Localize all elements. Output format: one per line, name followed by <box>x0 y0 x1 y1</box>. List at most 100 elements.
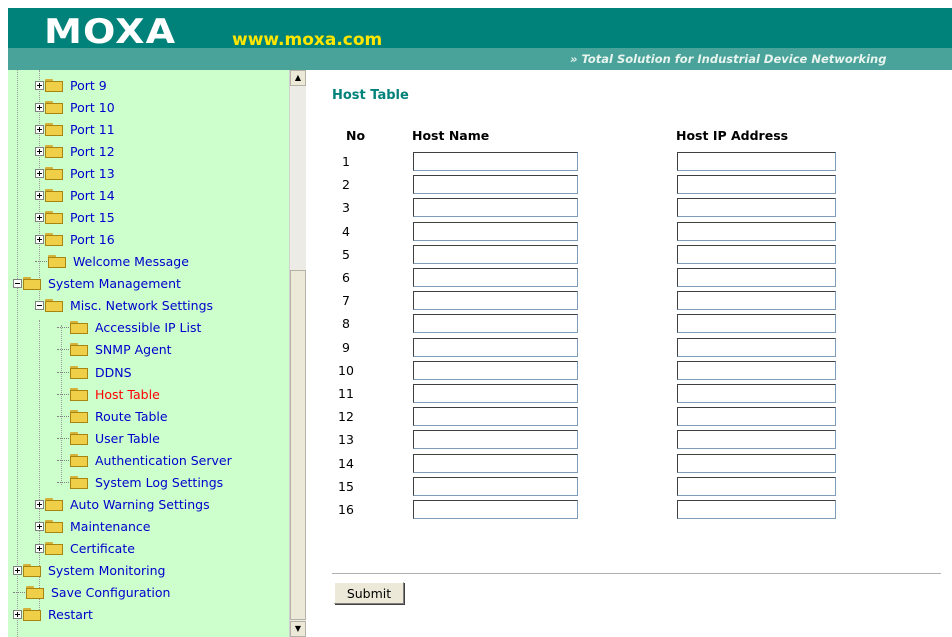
tree-item-port-14[interactable]: Port 14 <box>35 185 115 205</box>
host-ip-input[interactable] <box>677 430 836 450</box>
host-ip-input[interactable] <box>677 175 836 195</box>
tree-item-welcome-message[interactable]: Welcome Message <box>35 252 189 272</box>
host-name-input[interactable] <box>413 221 578 241</box>
tree-item-auto-warning-settings[interactable]: Auto Warning Settings <box>35 495 210 515</box>
tree-connector <box>13 592 25 594</box>
scrollbar-thumb[interactable] <box>290 270 306 620</box>
collapse-icon[interactable] <box>35 301 44 311</box>
host-name-input[interactable] <box>413 500 578 519</box>
tree-item-label: Welcome Message <box>73 254 189 270</box>
tree-item-maintenance[interactable]: Maintenance <box>35 517 151 537</box>
folder-icon <box>70 343 89 357</box>
host-name-input[interactable] <box>413 407 578 427</box>
tree-item-host-table[interactable]: Host Table <box>57 384 160 404</box>
tree-item-label: Misc. Network Settings <box>70 298 214 314</box>
tree-scrollbar[interactable]: ▲ ▼ <box>289 70 306 637</box>
expand-icon[interactable] <box>35 124 44 134</box>
host-ip-input[interactable] <box>677 337 836 357</box>
tree-item-label: Restart <box>48 607 93 623</box>
tree-item-port-15[interactable]: Port 15 <box>35 207 115 227</box>
host-ip-input[interactable] <box>677 152 836 171</box>
host-ip-input[interactable] <box>677 198 836 218</box>
host-name-input[interactable] <box>413 430 578 450</box>
folder-icon <box>70 431 89 445</box>
row-number: 6 <box>342 270 350 285</box>
tree-item-system-management[interactable]: System Management <box>13 274 181 294</box>
host-name-input[interactable] <box>413 360 578 380</box>
expand-icon[interactable] <box>35 235 44 245</box>
submit-button[interactable]: Submit <box>334 582 404 604</box>
tree-item-restart[interactable]: Restart <box>13 605 93 625</box>
tree-item-port-10[interactable]: Port 10 <box>35 97 115 117</box>
folder-icon <box>70 475 89 489</box>
folder-icon <box>45 542 64 556</box>
host-name-input[interactable] <box>413 244 578 264</box>
folder-icon <box>45 144 64 158</box>
expand-icon[interactable] <box>35 190 44 200</box>
folder-icon <box>45 233 64 247</box>
folder-icon <box>45 100 64 114</box>
tree-item-accessible-ip-list[interactable]: Accessible IP List <box>57 318 201 338</box>
expand-icon[interactable] <box>35 80 44 90</box>
column-header-host-ip: Host IP Address <box>676 128 789 143</box>
collapse-icon[interactable] <box>13 279 22 289</box>
host-name-input[interactable] <box>413 152 578 171</box>
tree-item-route-table[interactable]: Route Table <box>57 406 168 426</box>
expand-icon[interactable] <box>35 544 44 554</box>
host-name-input[interactable] <box>413 198 578 218</box>
tree-item-certificate[interactable]: Certificate <box>35 539 135 559</box>
tree-item-misc-network-settings[interactable]: Misc. Network Settings <box>35 296 213 316</box>
host-name-input[interactable] <box>413 314 578 334</box>
folder-icon <box>45 520 64 534</box>
host-name-input[interactable] <box>413 268 578 287</box>
host-ip-input[interactable] <box>677 291 836 311</box>
scroll-down-arrow-icon[interactable]: ▼ <box>290 621 306 637</box>
folder-icon <box>45 122 64 136</box>
host-ip-input[interactable] <box>677 221 836 241</box>
row-number: 4 <box>342 223 350 239</box>
tree-item-save-configuration[interactable]: Save Configuration <box>13 583 170 603</box>
row-number: 15 <box>338 478 354 494</box>
tree-item-label: Host Table <box>95 386 160 402</box>
host-name-input[interactable] <box>413 291 578 311</box>
folder-icon <box>70 453 89 467</box>
host-ip-input[interactable] <box>677 314 836 334</box>
expand-icon[interactable] <box>35 212 44 222</box>
host-ip-input[interactable] <box>677 500 836 519</box>
host-name-input[interactable] <box>413 453 578 473</box>
host-name-input[interactable] <box>413 476 578 496</box>
tree-item-port-12[interactable]: Port 12 <box>35 141 115 161</box>
open-folder-icon <box>23 277 42 291</box>
host-name-input[interactable] <box>413 337 578 357</box>
host-ip-input[interactable] <box>677 360 836 380</box>
tree-item-port-11[interactable]: Port 11 <box>35 119 115 139</box>
tree-item-system-log-settings[interactable]: System Log Settings <box>57 472 223 492</box>
expand-icon[interactable] <box>13 566 22 576</box>
expand-icon[interactable] <box>35 168 44 178</box>
tree-item-snmp-agent[interactable]: SNMP Agent <box>57 340 172 360</box>
tree-item-port-9[interactable]: Port 9 <box>35 75 107 95</box>
expand-icon[interactable] <box>35 500 44 510</box>
host-ip-input[interactable] <box>677 384 836 403</box>
host-name-input[interactable] <box>413 384 578 403</box>
host-ip-input[interactable] <box>677 244 836 264</box>
expand-icon[interactable] <box>35 102 44 112</box>
host-ip-input[interactable] <box>677 268 836 287</box>
expand-icon[interactable] <box>35 522 44 532</box>
host-ip-input[interactable] <box>677 407 836 427</box>
host-ip-input[interactable] <box>677 476 836 496</box>
tree-item-authentication-server[interactable]: Authentication Server <box>57 450 232 470</box>
scroll-up-arrow-icon[interactable]: ▲ <box>290 70 306 86</box>
tree-item-port-13[interactable]: Port 13 <box>35 163 115 183</box>
tree-item-port-16[interactable]: Port 16 <box>35 230 115 250</box>
tree-item-ddns[interactable]: DDNS <box>57 362 132 382</box>
expand-icon[interactable] <box>13 610 22 620</box>
host-ip-input[interactable] <box>677 453 836 473</box>
website-url[interactable]: www.moxa.com <box>232 30 382 50</box>
tree-connector <box>57 349 69 351</box>
host-name-input[interactable] <box>413 175 578 195</box>
tree-item-system-monitoring[interactable]: System Monitoring <box>13 561 165 581</box>
expand-icon[interactable] <box>35 146 44 156</box>
tree-item-user-table[interactable]: User Table <box>57 428 160 448</box>
tree-connector <box>57 437 69 439</box>
